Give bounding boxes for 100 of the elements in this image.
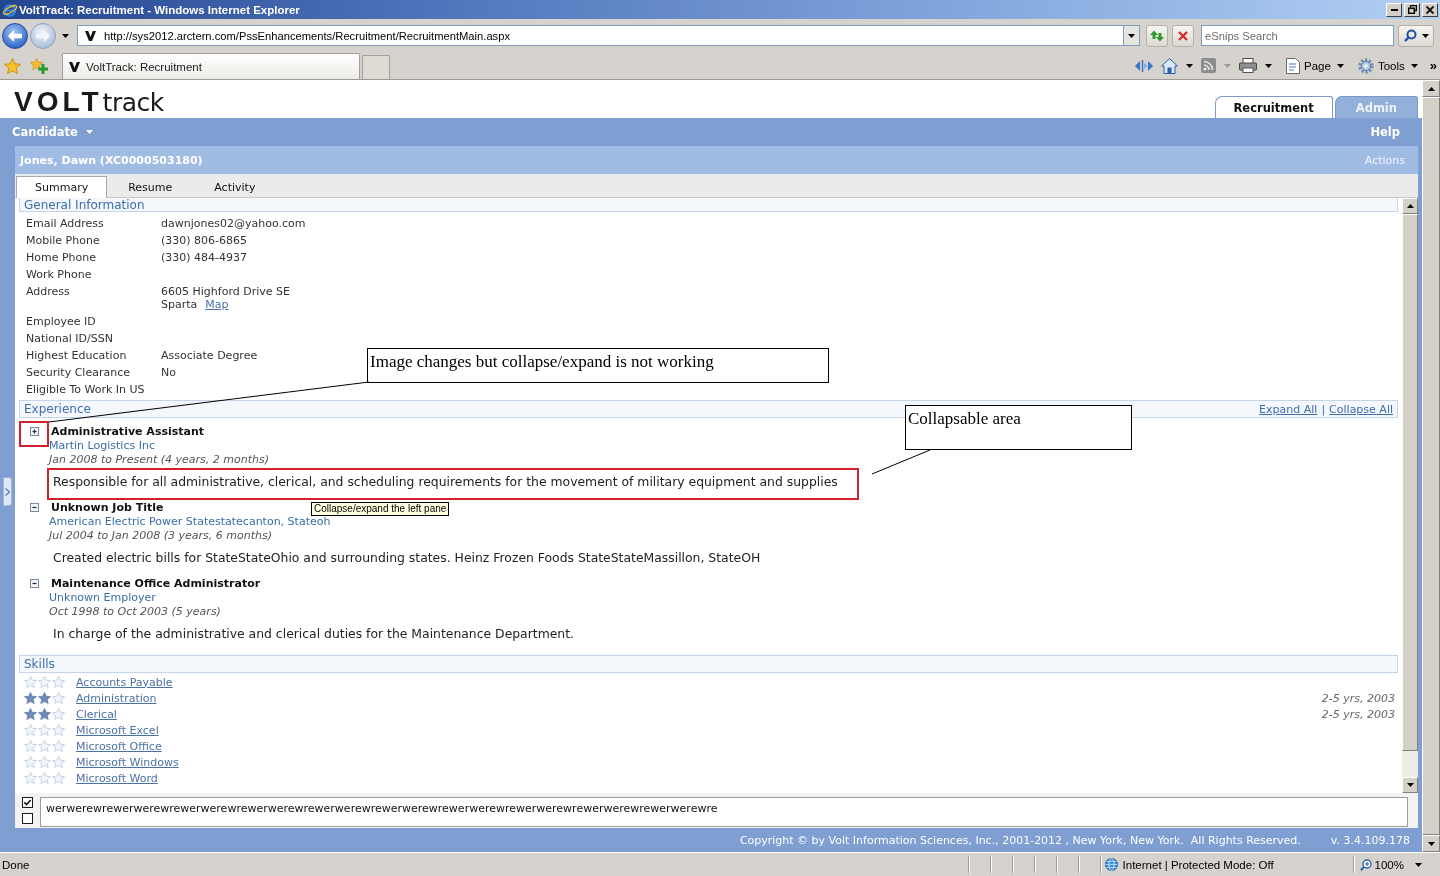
highlight-frame	[19, 421, 49, 447]
plus-box-icon[interactable]	[30, 427, 39, 436]
minimize-icon	[1390, 8, 1398, 11]
zoom-button[interactable]: 100%	[1359, 858, 1422, 871]
security-zone-text: Internet | Protected Mode: Off	[1122, 858, 1275, 871]
star-icon	[24, 692, 37, 704]
caret-icon	[1265, 63, 1273, 68]
caret-icon	[1224, 63, 1232, 68]
gear-icon	[1357, 57, 1374, 74]
record-tab[interactable]: Summary	[16, 176, 108, 198]
star-icon	[24, 676, 37, 688]
field-value: Sparta	[161, 298, 198, 311]
field-label: Email Address	[26, 217, 105, 230]
pane-toggle[interactable]	[3, 477, 12, 506]
job-description: Responsible for all administrative, clerical, and scheduling requirements for the movement of military equipment and supplies	[53, 474, 838, 490]
search-button[interactable]	[1398, 24, 1434, 47]
field-value: (330) 484-4937	[161, 251, 248, 264]
tooltip: Collapse/expand the left pane	[311, 502, 450, 516]
feeds-button[interactable]	[1201, 58, 1232, 73]
field-label: Employee ID	[26, 315, 97, 328]
skill-link[interactable]: Accounts Payable	[76, 675, 173, 689]
company-link[interactable]: American Electric Power Statestatecanton, Stateoh	[49, 515, 331, 529]
checkbox[interactable]	[22, 797, 33, 808]
scroll-up-button[interactable]	[1422, 80, 1440, 97]
scroll-up-button[interactable]	[1402, 198, 1418, 214]
star-icon	[52, 756, 65, 768]
browser-tab[interactable]: VoltTrack: Recruitment	[62, 53, 360, 79]
restore-button[interactable]	[1404, 2, 1420, 17]
company-link[interactable]: Martin Logistics Inc	[49, 439, 155, 453]
status-text: Done	[2, 858, 30, 871]
version-text: v. 3.4.109.178	[1330, 833, 1410, 847]
forward-arrow-icon	[36, 29, 50, 42]
star-icon	[24, 740, 37, 752]
caret-icon	[1336, 63, 1344, 68]
stop-button[interactable]	[1172, 24, 1194, 47]
job-title: Maintenance Office Administrator	[51, 577, 261, 590]
close-icon	[1426, 5, 1434, 14]
job-dates: Oct 1998 to Oct 2003 (5 years)	[49, 605, 221, 619]
tools-menu[interactable]: Tools	[1357, 57, 1418, 74]
field-value: 6605 Highford Drive SE	[161, 285, 290, 298]
back-button[interactable]	[2, 22, 28, 49]
address-dropdown[interactable]	[1124, 25, 1140, 46]
text-field[interactable]: werwerewrewerwerewrewerwerewrewerwerewrewerwerewrewerwerewrewerwerewrewerwerewrewerwerewrewerwerewre	[40, 797, 1408, 827]
close-button[interactable]	[1422, 2, 1438, 17]
star-icon	[52, 708, 65, 720]
section-title: General Information	[24, 198, 145, 211]
field-value: (330) 806-6865	[161, 234, 248, 247]
module-tab[interactable]: Recruitment	[1214, 96, 1333, 118]
record-tab[interactable]: Activity	[193, 176, 277, 198]
star-icon	[52, 676, 65, 688]
record-tab[interactable]: Resume	[107, 176, 194, 198]
minimize-button[interactable]	[1386, 2, 1402, 17]
skill-link[interactable]: Microsoft Excel	[76, 723, 159, 737]
diamond-arrows-icon[interactable]	[1135, 58, 1154, 73]
caret-icon	[1128, 33, 1135, 38]
job-title: Unknown Job Title	[51, 501, 164, 514]
restore-icon	[1407, 5, 1417, 14]
skill-link[interactable]: Microsoft Word	[76, 771, 158, 785]
field-label: Work Phone	[26, 268, 93, 281]
map-link[interactable]: Map	[205, 298, 229, 311]
job-dates: Jul 2004 to Jan 2008 (3 years, 6 months)	[49, 529, 272, 543]
star-plus-icon	[30, 57, 48, 74]
expand-all-link[interactable]: Expand All	[1259, 402, 1318, 416]
skill-link[interactable]: Administration	[76, 691, 157, 705]
field-label: Security Clearance	[26, 366, 131, 379]
job-dates: Jan 2008 to Present (4 years, 2 months)	[49, 453, 269, 467]
star-icon	[52, 724, 65, 736]
caret-icon	[1186, 63, 1194, 68]
callout-note: Image changes but collapse/expand is not working	[367, 348, 829, 383]
field-value: dawnjones02@yahoo.com	[161, 217, 306, 230]
skill-link[interactable]: Microsoft Office	[76, 739, 162, 753]
search-field[interactable]: eSnips Search	[1201, 25, 1394, 46]
star-icon	[4, 57, 21, 74]
page-icon	[1286, 57, 1301, 74]
star-icon	[38, 772, 51, 784]
scroll-down-button[interactable]	[1402, 777, 1418, 793]
refresh-button[interactable]	[1146, 24, 1168, 47]
collapse-all-link[interactable]: Collapse All	[1329, 402, 1393, 416]
caret-icon	[1421, 33, 1429, 38]
caret-icon	[61, 33, 69, 38]
home-button[interactable]	[1161, 57, 1194, 74]
company-link[interactable]: Unknown Employer	[49, 591, 156, 605]
callout-note: Collapsable area	[905, 405, 1132, 450]
field-value: Associate Degree	[161, 349, 258, 362]
down-arrow-icon	[1427, 841, 1435, 846]
scroll-down-button[interactable]	[1422, 835, 1440, 852]
site-icon	[85, 30, 96, 41]
minus-box-icon[interactable]	[30, 579, 39, 588]
minus-box-icon[interactable]	[30, 503, 39, 512]
checkbox[interactable]	[22, 813, 33, 824]
star-icon	[38, 676, 51, 688]
star-icon	[24, 724, 37, 736]
skill-link[interactable]: Microsoft Windows	[76, 755, 179, 769]
address-field[interactable]: http://sys2012.arctern.com/PssEnhancements/Recruitment/RecruitmentMain.aspx	[77, 25, 1124, 46]
page-menu[interactable]: Page	[1286, 57, 1344, 74]
skill-link[interactable]: Clerical	[76, 707, 117, 721]
overflow-button[interactable]: »	[1429, 58, 1437, 73]
print-button[interactable]	[1239, 58, 1273, 73]
skill-experience: 2-5 yrs, 2003	[1321, 691, 1395, 705]
caret-icon	[1410, 63, 1418, 68]
